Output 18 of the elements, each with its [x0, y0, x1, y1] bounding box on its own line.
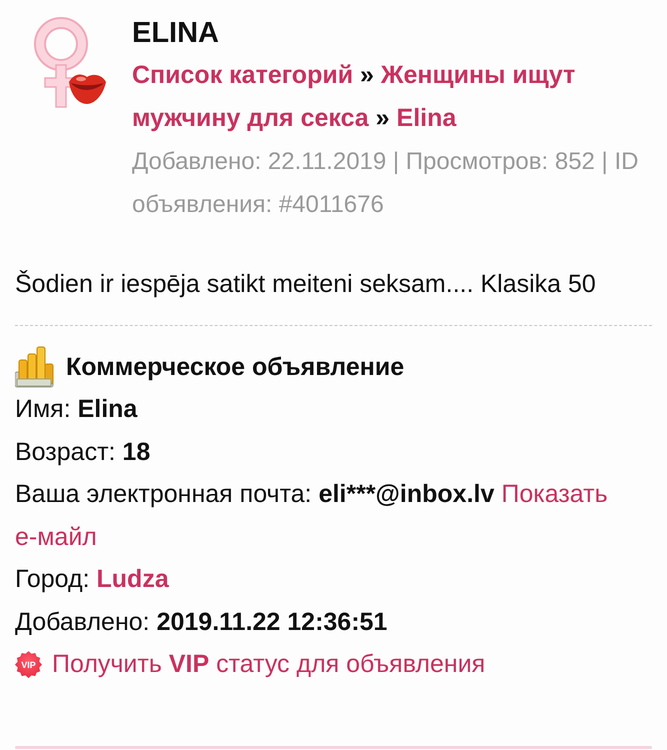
field-value: 2019.11.22 12:36:51 — [156, 608, 388, 636]
ad-title: ELINA — [132, 16, 220, 51]
field-value: 18 — [122, 438, 150, 466]
section-title: Коммерческое объявление — [66, 352, 404, 382]
field-label: Город: — [15, 565, 90, 594]
field-label: Добавлено: — [15, 608, 150, 636]
ad-meta-info: Добавлено: 22.11.2019 | Просмотров: 852 | ID объявления: #4011676 — [132, 147, 640, 220]
field-label: Имя: — [15, 395, 71, 423]
get-vip-status-link[interactable]: Получить VIP статус для объявления — [52, 650, 486, 680]
field-value-link[interactable]: Ludza — [96, 565, 169, 594]
breadcrumb-trail[interactable]: Список категорий » Женщины ищут мужчину для секса » Elina — [132, 54, 657, 140]
vip-badge: VIP — [15, 651, 42, 678]
female-sign-lips-icon — [31, 16, 107, 110]
email-field-row[interactable]: Ваша электронная почта: eli***@inbox.lv Показать е-майл — [15, 473, 667, 558]
field-label: Возраст: — [15, 438, 116, 466]
ad-description: Šodien ir iespēja satikt meiteni seksam.... Klasika 50 — [15, 269, 597, 299]
field-value: Elina — [78, 395, 138, 423]
coin-stacks-icon — [15, 346, 55, 388]
